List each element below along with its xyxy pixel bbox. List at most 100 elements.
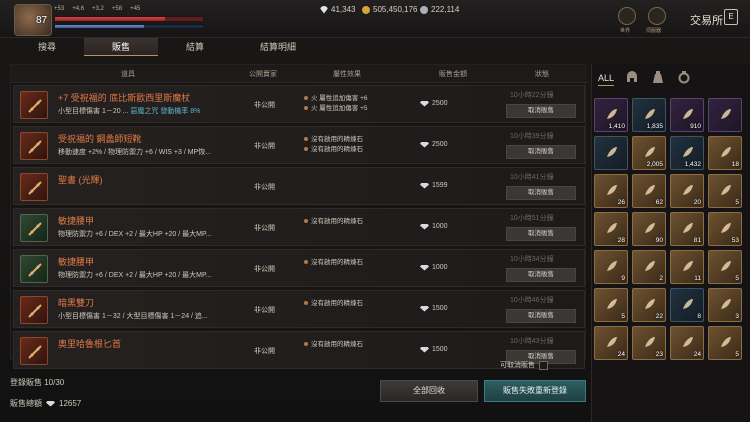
item-effects: 沒有啟用的精煉石: [304, 340, 363, 350]
item-thumbnail[interactable]: [20, 132, 48, 160]
item-thumbnail[interactable]: [20, 296, 48, 324]
item-effects: 沒有啟用的精煉石: [304, 217, 363, 227]
inventory-slot[interactable]: 1,410: [594, 98, 628, 132]
item-icon: [607, 147, 617, 157]
helmet-icon[interactable]: [624, 70, 640, 86]
item-icon: [28, 140, 42, 154]
tab-settle-detail[interactable]: 結算明細: [232, 38, 324, 56]
item-icon: [721, 109, 731, 119]
inventory-slot[interactable]: 5: [708, 250, 742, 284]
inventory-slot[interactable]: 81: [670, 212, 704, 246]
cancel-sale-button[interactable]: 取消販售: [506, 186, 576, 200]
table-row[interactable]: 暗黑雙刀 小型目標傷害 1－32 / 大型目標傷害 1－24 / 追... 非公…: [13, 290, 585, 328]
player-stats: +53 +4,6 +3,2 +58 +45: [54, 6, 140, 12]
time-remaining: 10小時39分鐘: [510, 133, 554, 140]
inventory-slot[interactable]: 5: [708, 174, 742, 208]
item-thumbnail[interactable]: [20, 255, 48, 283]
inventory-slot[interactable]: 62: [632, 174, 666, 208]
inventory-tab-all[interactable]: ALL: [598, 70, 614, 86]
cancelable-filter[interactable]: 可取消販售: [500, 360, 548, 370]
reclaim-all-button[interactable]: 全部回收: [380, 380, 478, 402]
cancelable-checkbox[interactable]: [539, 360, 548, 370]
diamond-amount: 41,343: [331, 5, 356, 14]
inventory-slot[interactable]: 53: [708, 212, 742, 246]
world-label: 世界: [620, 28, 631, 34]
registered-label: 登錄販售: [10, 378, 42, 387]
inventory-slot[interactable]: 23: [632, 326, 666, 360]
cancel-sale-button[interactable]: 取消販售: [506, 227, 576, 241]
slot-count: 1,835: [646, 123, 663, 130]
slot-count: 9: [621, 275, 625, 282]
table-row[interactable]: 受祝福的 鋼蠡師短靴 移動速度 +2% / 物理防禦力 +6 / WIS +3 …: [13, 126, 585, 164]
inventory-slot[interactable]: 8: [670, 288, 704, 322]
inventory-slot[interactable]: 9: [594, 250, 628, 284]
inventory-slot[interactable]: 24: [594, 326, 628, 360]
sell-list-panel: 道具 公開賣家 屬性效果 販售金額 狀態 +7 受祝福的 底比斯歐西里斯魔杖 小…: [10, 64, 587, 369]
bag-icon[interactable]: [650, 70, 666, 86]
inventory-slot[interactable]: 910: [670, 98, 704, 132]
inventory-slot[interactable]: 5: [594, 288, 628, 322]
registered-count: 登錄販售 10/30: [10, 377, 64, 388]
table-row[interactable]: 聖書 (光輝) 非公開 1599 10小時41分鐘 取消販售: [13, 167, 585, 205]
total-value: 12657: [59, 399, 82, 408]
time-remaining: 10小時51分鐘: [510, 215, 554, 222]
inventory-slot[interactable]: 22: [632, 288, 666, 322]
item-icon: [645, 261, 655, 271]
exit-icon[interactable]: E: [724, 9, 738, 25]
refine-stone-icon: [304, 342, 308, 347]
item-icon: [28, 99, 42, 113]
inventory-slot[interactable]: [594, 136, 628, 170]
item-icon: [683, 109, 693, 119]
inventory-slot[interactable]: 2: [632, 250, 666, 284]
inventory-slot[interactable]: 11: [670, 250, 704, 284]
item-thumbnail[interactable]: [20, 173, 48, 201]
inventory-slot[interactable]: 3: [708, 288, 742, 322]
inventory-slot[interactable]: 1,835: [632, 98, 666, 132]
inventory-slot[interactable]: 28: [594, 212, 628, 246]
item-icon: [607, 337, 617, 347]
item-visibility: 非公開: [254, 266, 275, 273]
table-row[interactable]: +7 受祝福的 底比斯歐西里斯魔杖 小型目標傷害 1－20 ... 惡魔之咒 發…: [13, 85, 585, 123]
item-thumbnail[interactable]: [20, 337, 48, 365]
world-icon[interactable]: [618, 7, 636, 25]
tab-settle[interactable]: 結算: [158, 38, 232, 56]
effect-line: 火 屬性追加傷害 +5: [304, 104, 368, 114]
inventory-slot[interactable]: 26: [594, 174, 628, 208]
server-icon[interactable]: [648, 7, 666, 25]
cancel-sale-button[interactable]: 取消販售: [506, 104, 576, 118]
inventory-slot[interactable]: 20: [670, 174, 704, 208]
reregister-failed-button[interactable]: 販售失敗重新登錄: [484, 380, 586, 402]
item-thumbnail[interactable]: [20, 214, 48, 242]
time-remaining: 10小時34分鐘: [510, 256, 554, 263]
diamond-icon: [420, 223, 429, 230]
slot-count: 18: [731, 161, 739, 168]
diamond-icon: [420, 100, 429, 107]
inventory-slot[interactable]: 90: [632, 212, 666, 246]
item-thumbnail[interactable]: [20, 91, 48, 119]
cancel-sale-button[interactable]: 取消販售: [506, 268, 576, 282]
table-row[interactable]: 敏捷腰甲 物理防禦力 +6 / DEX +2 / 最大HP +20 / 最大MP…: [13, 208, 585, 246]
tab-search[interactable]: 搜尋: [10, 38, 84, 56]
cancel-sale-button[interactable]: 取消販售: [506, 309, 576, 323]
inventory-slot[interactable]: 2,005: [632, 136, 666, 170]
price-value: 1599: [432, 182, 448, 189]
item-price: 1599: [420, 182, 448, 189]
ring-icon[interactable]: [676, 70, 692, 86]
slot-count: 5: [735, 351, 739, 358]
item-icon: [607, 223, 617, 233]
inventory-slot[interactable]: 5: [708, 326, 742, 360]
mp-bar: [54, 24, 204, 29]
cancel-sale-button[interactable]: 取消販售: [506, 145, 576, 159]
inventory-slot[interactable]: [708, 98, 742, 132]
price-value: 1000: [432, 223, 448, 230]
effect-line: 沒有啟用的精煉石: [304, 217, 363, 227]
item-icon: [721, 147, 731, 157]
item-icon: [645, 337, 655, 347]
inventory-slot[interactable]: 24: [670, 326, 704, 360]
inventory-slot[interactable]: 18: [708, 136, 742, 170]
item-visibility: 非公開: [254, 348, 275, 355]
table-row[interactable]: 敏捷腰甲 物理防禦力 +6 / DEX +2 / 最大HP +20 / 最大MP…: [13, 249, 585, 287]
gold-amount: 505,450,176: [373, 5, 418, 14]
tab-sell[interactable]: 販售: [84, 38, 159, 56]
inventory-slot[interactable]: 1,432: [670, 136, 704, 170]
